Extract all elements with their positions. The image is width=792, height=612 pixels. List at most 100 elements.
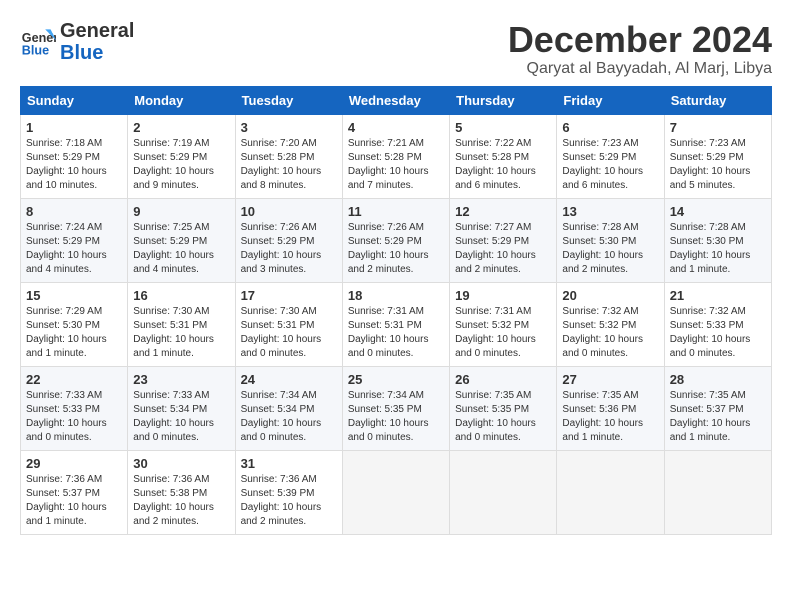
calendar-cell: 17Sunrise: 7:30 AM Sunset: 5:31 PM Dayli… <box>235 282 342 366</box>
logo-blue-text: Blue <box>60 42 134 64</box>
day-number: 14 <box>670 204 766 219</box>
day-info: Sunrise: 7:27 AM Sunset: 5:29 PM Dayligh… <box>455 221 551 277</box>
svg-text:Blue: Blue <box>22 44 49 58</box>
calendar-cell: 8 Sunrise: 7:24 AM Sunset: 5:29 PM Daylig… <box>21 198 128 282</box>
calendar-table: SundayMondayTuesdayWednesdayThursdayFrid… <box>20 86 772 535</box>
day-info: Sunrise: 7:23 AM Sunset: 5:29 PM Dayligh… <box>562 137 658 193</box>
calendar-cell: 5Sunrise: 7:22 AM Sunset: 5:28 PM Daylig… <box>450 114 557 198</box>
day-info: Sunrise: 7:30 AM Sunset: 5:31 PM Dayligh… <box>133 305 229 361</box>
day-info: Sunrise: 7:35 AM Sunset: 5:35 PM Dayligh… <box>455 389 551 445</box>
day-info: Sunrise: 7:21 AM Sunset: 5:28 PM Dayligh… <box>348 137 444 193</box>
calendar-cell: 20 Sunrise: 7:32 AM Sunset: 5:32 PM Dayli… <box>557 282 664 366</box>
calendar-cell: 7 Sunrise: 7:23 AM Sunset: 5:29 PM Daylig… <box>664 114 771 198</box>
calendar-week-row: 29 Sunrise: 7:36 AM Sunset: 5:37 PM Dayli… <box>21 450 772 534</box>
day-info: Sunrise: 7:26 AM Sunset: 5:29 PM Dayligh… <box>241 221 337 277</box>
day-number: 13 <box>562 204 658 219</box>
day-number: 6 <box>562 120 658 135</box>
logo: General Blue General Blue <box>20 20 134 64</box>
day-number: 30 <box>133 456 229 471</box>
day-number: 12 <box>455 204 551 219</box>
day-number: 9 <box>133 204 229 219</box>
day-number: 2 <box>133 120 229 135</box>
day-info: Sunrise: 7:22 AM Sunset: 5:28 PM Dayligh… <box>455 137 551 193</box>
day-info: Sunrise: 7:25 AM Sunset: 5:29 PM Dayligh… <box>133 221 229 277</box>
calendar-cell: 22 Sunrise: 7:33 AM Sunset: 5:33 PM Dayli… <box>21 366 128 450</box>
day-number: 28 <box>670 372 766 387</box>
month-title: December 2024 <box>508 20 772 60</box>
day-number: 1 <box>26 120 122 135</box>
day-info: Sunrise: 7:31 AM Sunset: 5:32 PM Dayligh… <box>455 305 551 361</box>
day-number: 4 <box>348 120 444 135</box>
calendar-body: 1 Sunrise: 7:18 AM Sunset: 5:29 PM Daylig… <box>21 114 772 534</box>
calendar-cell: 15Sunrise: 7:29 AM Sunset: 5:30 PM Dayli… <box>21 282 128 366</box>
day-info: Sunrise: 7:32 AM Sunset: 5:32 PM Dayligh… <box>562 305 658 361</box>
calendar-cell <box>664 450 771 534</box>
calendar-cell: 29 Sunrise: 7:36 AM Sunset: 5:37 PM Dayli… <box>21 450 128 534</box>
calendar-cell: 10 Sunrise: 7:26 AM Sunset: 5:29 PM Dayli… <box>235 198 342 282</box>
location-title: Qaryat al Bayyadah, Al Marj, Libya <box>508 60 772 78</box>
day-info: Sunrise: 7:36 AM Sunset: 5:37 PM Dayligh… <box>26 473 122 529</box>
logo-general-text: General <box>60 20 134 42</box>
day-number: 29 <box>26 456 122 471</box>
day-number: 21 <box>670 288 766 303</box>
day-info: Sunrise: 7:18 AM Sunset: 5:29 PM Dayligh… <box>26 137 122 193</box>
day-info: Sunrise: 7:32 AM Sunset: 5:33 PM Dayligh… <box>670 305 766 361</box>
day-info: Sunrise: 7:35 AM Sunset: 5:36 PM Dayligh… <box>562 389 658 445</box>
calendar-cell: 9 Sunrise: 7:25 AM Sunset: 5:29 PM Daylig… <box>128 198 235 282</box>
weekday-header-cell: Thursday <box>450 86 557 114</box>
day-number: 23 <box>133 372 229 387</box>
weekday-header-cell: Tuesday <box>235 86 342 114</box>
day-number: 7 <box>670 120 766 135</box>
calendar-cell: 27 Sunrise: 7:35 AM Sunset: 5:36 PM Dayli… <box>557 366 664 450</box>
weekday-header-cell: Wednesday <box>342 86 449 114</box>
day-number: 19 <box>455 288 551 303</box>
day-info: Sunrise: 7:23 AM Sunset: 5:29 PM Dayligh… <box>670 137 766 193</box>
day-number: 27 <box>562 372 658 387</box>
day-number: 26 <box>455 372 551 387</box>
day-number: 16 <box>133 288 229 303</box>
calendar-cell: 31Sunrise: 7:36 AM Sunset: 5:39 PM Dayli… <box>235 450 342 534</box>
calendar-week-row: 8 Sunrise: 7:24 AM Sunset: 5:29 PM Daylig… <box>21 198 772 282</box>
day-info: Sunrise: 7:34 AM Sunset: 5:35 PM Dayligh… <box>348 389 444 445</box>
day-info: Sunrise: 7:35 AM Sunset: 5:37 PM Dayligh… <box>670 389 766 445</box>
calendar-cell: 6 Sunrise: 7:23 AM Sunset: 5:29 PM Daylig… <box>557 114 664 198</box>
calendar-cell: 26 Sunrise: 7:35 AM Sunset: 5:35 PM Dayli… <box>450 366 557 450</box>
day-number: 10 <box>241 204 337 219</box>
day-info: Sunrise: 7:29 AM Sunset: 5:30 PM Dayligh… <box>26 305 122 361</box>
calendar-cell: 14Sunrise: 7:28 AM Sunset: 5:30 PM Dayli… <box>664 198 771 282</box>
calendar-cell <box>557 450 664 534</box>
day-number: 22 <box>26 372 122 387</box>
calendar-cell: 21 Sunrise: 7:32 AM Sunset: 5:33 PM Dayli… <box>664 282 771 366</box>
day-info: Sunrise: 7:19 AM Sunset: 5:29 PM Dayligh… <box>133 137 229 193</box>
day-info: Sunrise: 7:36 AM Sunset: 5:38 PM Dayligh… <box>133 473 229 529</box>
calendar-cell: 11Sunrise: 7:26 AM Sunset: 5:29 PM Dayli… <box>342 198 449 282</box>
calendar-cell: 23 Sunrise: 7:33 AM Sunset: 5:34 PM Dayli… <box>128 366 235 450</box>
calendar-cell: 1 Sunrise: 7:18 AM Sunset: 5:29 PM Daylig… <box>21 114 128 198</box>
day-info: Sunrise: 7:31 AM Sunset: 5:31 PM Dayligh… <box>348 305 444 361</box>
calendar-cell: 24Sunrise: 7:34 AM Sunset: 5:34 PM Dayli… <box>235 366 342 450</box>
day-info: Sunrise: 7:20 AM Sunset: 5:28 PM Dayligh… <box>241 137 337 193</box>
calendar-cell: 4 Sunrise: 7:21 AM Sunset: 5:28 PM Daylig… <box>342 114 449 198</box>
day-info: Sunrise: 7:33 AM Sunset: 5:34 PM Dayligh… <box>133 389 229 445</box>
day-info: Sunrise: 7:28 AM Sunset: 5:30 PM Dayligh… <box>562 221 658 277</box>
calendar-cell: 28 Sunrise: 7:35 AM Sunset: 5:37 PM Dayli… <box>664 366 771 450</box>
day-number: 17 <box>241 288 337 303</box>
weekday-header-cell: Sunday <box>21 86 128 114</box>
day-info: Sunrise: 7:34 AM Sunset: 5:34 PM Dayligh… <box>241 389 337 445</box>
calendar-cell: 12 Sunrise: 7:27 AM Sunset: 5:29 PM Dayli… <box>450 198 557 282</box>
day-number: 11 <box>348 204 444 219</box>
title-block: December 2024 Qaryat al Bayyadah, Al Mar… <box>508 20 772 78</box>
calendar-week-row: 15Sunrise: 7:29 AM Sunset: 5:30 PM Dayli… <box>21 282 772 366</box>
calendar-cell: 18 Sunrise: 7:31 AM Sunset: 5:31 PM Dayli… <box>342 282 449 366</box>
calendar-cell: 2 Sunrise: 7:19 AM Sunset: 5:29 PM Daylig… <box>128 114 235 198</box>
day-info: Sunrise: 7:24 AM Sunset: 5:29 PM Dayligh… <box>26 221 122 277</box>
day-number: 20 <box>562 288 658 303</box>
calendar-cell: 13 Sunrise: 7:28 AM Sunset: 5:30 PM Dayli… <box>557 198 664 282</box>
day-number: 8 <box>26 204 122 219</box>
calendar-cell <box>342 450 449 534</box>
calendar-cell: 19 Sunrise: 7:31 AM Sunset: 5:32 PM Dayli… <box>450 282 557 366</box>
day-number: 18 <box>348 288 444 303</box>
weekday-header-cell: Monday <box>128 86 235 114</box>
calendar-week-row: 22 Sunrise: 7:33 AM Sunset: 5:33 PM Dayli… <box>21 366 772 450</box>
day-info: Sunrise: 7:33 AM Sunset: 5:33 PM Dayligh… <box>26 389 122 445</box>
